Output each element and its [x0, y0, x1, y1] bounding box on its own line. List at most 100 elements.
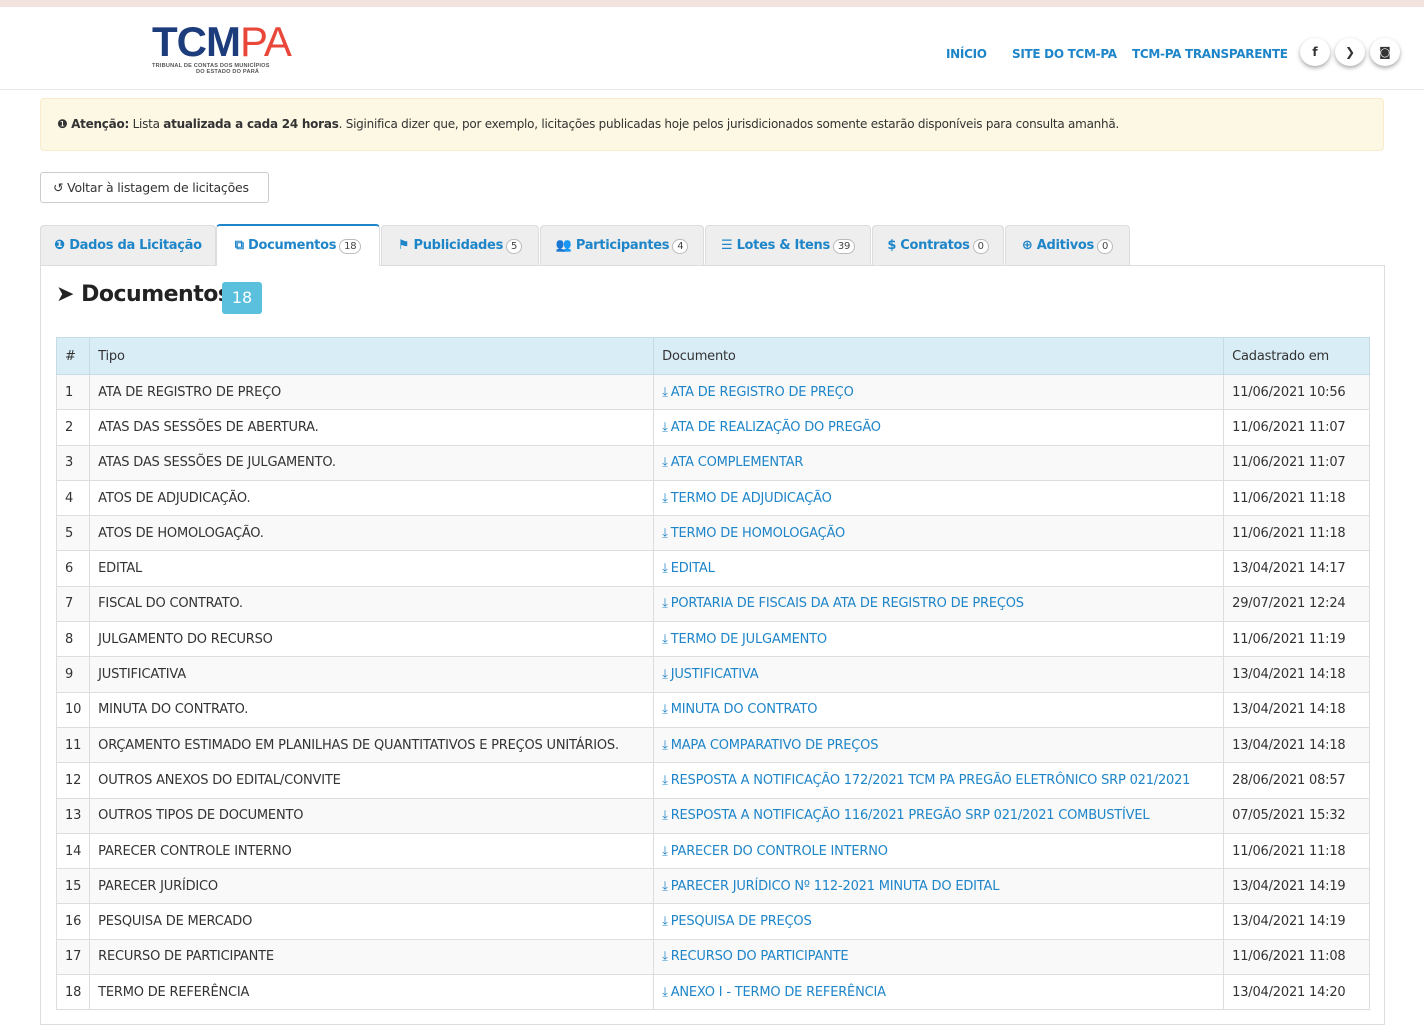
plus-circle-icon: ⊕ [1021, 238, 1033, 253]
cell-cadastrado-em: 13/04/2021 14:20 [1223, 974, 1370, 1011]
table-row: 7 FISCAL DO CONTRATO. ⤓ PORTARIA DE FISCAIS… [55, 585, 1370, 623]
document-download-link[interactable]: ⤓ RECURSO DO PARTICIPANTE [662, 949, 848, 964]
cell-number: 7 [55, 585, 91, 623]
cell-number: 8 [55, 621, 91, 658]
table-row: 3 ATAS DAS SESSÕES DE JULGAMENTO. ⤓ ATA COM… [55, 444, 1370, 481]
cell-documento: ⤓ PESQUISA DE PREÇOS [653, 903, 1225, 940]
document-download-link[interactable]: ⤓ JUSTIFICATIVA [662, 667, 759, 682]
instagram-icon[interactable]: ◙ [1370, 38, 1400, 66]
cell-documento: ⤓ ANEXO I - TERMO DE REFERÊNCIA [653, 974, 1225, 1011]
documents-table: # Tipo Documento Cadastrado em 1 ATA DE R… [55, 337, 1370, 1011]
cell-tipo: RECURSO DE PARTICIPANTE [89, 938, 655, 976]
cell-documento: ⤓ TERMO DE ADJUDICAÇÃO [653, 479, 1225, 517]
cell-documento: ⤓ JUSTIFICATIVA [653, 656, 1225, 693]
cell-cadastrado-em: 07/05/2021 15:32 [1223, 797, 1370, 834]
tab-contratos[interactable]: $ Contratos 0 [872, 225, 1004, 265]
cell-tipo: FISCAL DO CONTRATO. [89, 585, 655, 623]
tab-count-badge: 0 [1097, 239, 1114, 254]
document-download-link[interactable]: ⤓ TERMO DE HOMOLOGAÇÃO [662, 526, 845, 541]
tab-documentos[interactable]: ⧉ Documentos 18 [216, 224, 380, 266]
download-icon: ⤓ [662, 808, 668, 824]
cell-number: 15 [55, 868, 91, 905]
document-download-link[interactable]: ⤓ PARECER DO CONTROLE INTERNO [662, 844, 888, 859]
cell-documento: ⤓ TERMO DE JULGAMENTO [653, 621, 1225, 658]
document-download-link[interactable]: ⤓ ATA DE REGISTRO DE PREÇO [662, 385, 854, 400]
cell-cadastrado-em: 13/04/2021 14:18 [1223, 656, 1370, 693]
document-download-link[interactable]: ⤓ MAPA COMPARATIVO DE PREÇOS [662, 738, 878, 753]
table-row: 6 EDITAL ⤓ EDITAL 13/04/2021 14:17 [55, 550, 1370, 587]
info-icon: ❶ [54, 238, 65, 253]
table-row: 12 OUTROS ANEXOS DO EDITAL/CONVITE ⤓ RESPOS… [55, 762, 1370, 799]
document-download-link[interactable]: ⤓ PORTARIA DE FISCAIS DA ATA DE REGISTRO … [662, 596, 1024, 611]
download-icon: ⤓ [662, 525, 668, 541]
download-icon: ⤓ [662, 490, 668, 506]
cell-number: 16 [55, 903, 91, 940]
table-row: 15 PARECER JURÍDICO ⤓ PARECER JURÍDICO Nº 1… [55, 868, 1370, 905]
top-accent-strip [0, 0, 1424, 7]
tab-aditivos[interactable]: ⊕ Aditivos 0 [1005, 225, 1130, 265]
back-to-list-button[interactable]: ↺ Voltar à listagem de licitações [40, 172, 269, 203]
cell-tipo: PESQUISA DE MERCADO [89, 903, 655, 940]
dollar-icon: $ [887, 238, 897, 253]
download-icon: ⤓ [662, 772, 668, 788]
download-icon: ⤓ [662, 843, 668, 859]
table-row: 1 ATA DE REGISTRO DE PREÇO ⤓ ATA DE REGISTR… [55, 373, 1370, 411]
document-download-link[interactable]: ⤓ PARECER JURÍDICO Nº 112-2021 MINUTA DO … [662, 879, 999, 894]
document-download-link[interactable]: ⤓ TERMO DE JULGAMENTO [662, 632, 827, 647]
cell-number: 4 [55, 479, 91, 517]
document-download-link[interactable]: ⤓ ATA DE REALIZAÇÃO DO PREGÃO [662, 420, 881, 435]
tab-publicidades[interactable]: ⚑ Publicidades 5 [381, 225, 539, 265]
tcm-pa-logo[interactable]: TCMPA TRIBUNAL DE CONTAS DOS MUNICÍPIOS … [152, 21, 332, 77]
table-row: 5 ATOS DE HOMOLOGAÇÃO. ⤓ TERMO DE HOMOLOGAÇ… [55, 515, 1370, 552]
tab-count-badge: 4 [672, 239, 689, 254]
info-icon: ❶ [57, 117, 72, 131]
flag-icon: ⚑ [397, 238, 410, 253]
document-download-link[interactable]: ⤓ TERMO DE ADJUDICAÇÃO [662, 491, 832, 506]
cell-cadastrado-em: 13/04/2021 14:19 [1223, 868, 1370, 905]
cell-cadastrado-em: 11/06/2021 10:56 [1223, 373, 1370, 411]
table-row: 11 ORÇAMENTO ESTIMADO EM PLANILHAS DE QUA… [55, 726, 1370, 764]
cell-documento: ⤓ ATA COMPLEMENTAR [653, 444, 1225, 481]
document-download-link[interactable]: ⤓ RESPOSTA A NOTIFICAÇÃO 172/2021 TCM PA … [662, 773, 1190, 788]
cell-documento: ⤓ MINUTA DO CONTRATO [653, 691, 1225, 728]
undo-icon: ↺ [53, 180, 64, 195]
cell-tipo: PARECER JURÍDICO [89, 868, 655, 905]
cell-cadastrado-em: 11/06/2021 11:08 [1223, 938, 1370, 976]
cell-documento: ⤓ EDITAL [653, 550, 1225, 587]
cell-tipo: MINUTA DO CONTRATO. [89, 691, 655, 728]
download-icon: ⤓ [662, 702, 668, 718]
nav-link-site-tcm-pa[interactable]: SITE DO TCM-PA [1012, 47, 1117, 61]
cell-tipo: ORÇAMENTO ESTIMADO EM PLANILHAS DE QUANT… [89, 726, 655, 764]
tab-dados-da-licitacao[interactable]: ❶ Dados da Licitação [40, 225, 216, 265]
cell-number: 18 [55, 974, 91, 1011]
facebook-icon[interactable]: f [1300, 38, 1330, 66]
document-download-link[interactable]: ⤓ PESQUISA DE PREÇOS [662, 914, 812, 929]
col-header-tipo: Tipo [89, 337, 655, 375]
nav-link-tcm-pa-transparente[interactable]: TCM-PA TRANSPARENTE [1132, 47, 1288, 61]
cell-tipo: OUTROS ANEXOS DO EDITAL/CONVITE [89, 762, 655, 799]
cell-cadastrado-em: 13/04/2021 14:19 [1223, 903, 1370, 940]
tab-lotes-itens[interactable]: ☰ Lotes & Itens 39 [705, 225, 871, 265]
tab-count-badge: 0 [972, 239, 989, 254]
document-download-link[interactable]: ⤓ MINUTA DO CONTRATO [662, 702, 817, 717]
document-download-link[interactable]: ⤓ EDITAL [662, 561, 715, 576]
cell-cadastrado-em: 11/06/2021 11:18 [1223, 832, 1370, 870]
table-row: 18 TERMO DE REFERÊNCIA ⤓ ANEXO I - TERMO DE… [55, 974, 1370, 1011]
cell-documento: ⤓ RECURSO DO PARTICIPANTE [653, 938, 1225, 976]
cell-number: 6 [55, 550, 91, 587]
document-download-link[interactable]: ⤓ RESPOSTA A NOTIFICAÇÃO 116/2021 PREGÃO … [662, 808, 1149, 823]
tab-participantes[interactable]: 👥 Participantes 4 [540, 225, 704, 265]
cell-cadastrado-em: 13/04/2021 14:18 [1223, 691, 1370, 728]
cell-cadastrado-em: 13/04/2021 14:18 [1223, 726, 1370, 764]
twitter-icon[interactable]: ❯ [1335, 38, 1365, 66]
cell-number: 1 [55, 373, 91, 411]
logo-text: TCMPA [152, 18, 292, 65]
download-icon: ⤓ [662, 984, 668, 1000]
cell-tipo: JULGAMENTO DO RECURSO [89, 621, 655, 658]
document-download-link[interactable]: ⤓ ANEXO I - TERMO DE REFERÊNCIA [662, 985, 886, 1000]
nav-link-inicio[interactable]: INÍCIO [946, 47, 987, 61]
cell-number: 12 [55, 762, 91, 799]
cell-cadastrado-em: 13/04/2021 14:17 [1223, 550, 1370, 587]
cell-cadastrado-em: 28/06/2021 08:57 [1223, 762, 1370, 799]
document-download-link[interactable]: ⤓ ATA COMPLEMENTAR [662, 455, 803, 470]
